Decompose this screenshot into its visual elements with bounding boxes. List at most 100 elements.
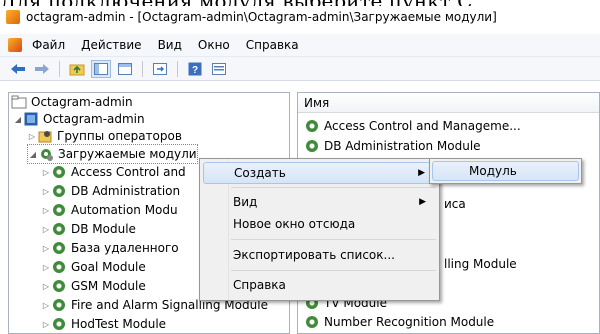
tree-module-label: GSM Module xyxy=(71,279,146,293)
expand-arrow-icon[interactable]: ▷ xyxy=(41,282,51,291)
expand-arrow-icon[interactable]: ▷ xyxy=(41,263,51,272)
module-gear-icon xyxy=(51,316,67,332)
toolbar: ? xyxy=(0,57,600,81)
menu-separator xyxy=(231,270,436,271)
expand-arrow-icon[interactable]: ▷ xyxy=(41,168,51,177)
list-item-label: DB Administration Module xyxy=(324,139,481,153)
menu-item-create-label: Создать xyxy=(234,166,286,180)
properties-icon[interactable] xyxy=(209,60,229,78)
modules-gear-icon xyxy=(38,146,54,162)
tree-module-item[interactable]: ▷ Automation Modu xyxy=(41,201,178,219)
expand-arrow-icon[interactable]: ▷ xyxy=(27,132,37,141)
menu-item-help[interactable]: Справка xyxy=(203,274,436,296)
tree-module-item[interactable]: ▷ GSM Module xyxy=(41,277,146,295)
tree-module-label: DB Administration xyxy=(71,184,181,198)
toolbar-separator xyxy=(59,60,60,77)
toolbar-separator xyxy=(177,60,178,77)
module-gear-icon xyxy=(51,278,67,294)
list-item-partial[interactable]: иса xyxy=(444,195,466,213)
menu-file[interactable]: Файл xyxy=(24,34,73,56)
module-gear-icon xyxy=(51,164,67,180)
tree-module-label: Access Control and xyxy=(71,165,186,179)
module-gear-icon xyxy=(304,314,320,330)
tree-module-item[interactable]: ▷ Access Control and xyxy=(41,163,186,181)
tree-module-label: HodTest Module xyxy=(71,317,167,331)
submenu-arrow-icon: ▶ xyxy=(419,197,426,207)
column-header-name[interactable]: Имя xyxy=(298,93,599,113)
tree-module-label: DB Module xyxy=(71,222,136,236)
menu-view[interactable]: Вид xyxy=(150,34,190,56)
menu-item-create[interactable]: Создать ▶ xyxy=(203,162,436,184)
tree-groups-label: Группы операторов xyxy=(57,129,182,143)
folder-up-icon[interactable] xyxy=(67,60,87,78)
module-gear-icon xyxy=(51,202,67,218)
expand-arrow-icon[interactable]: ▷ xyxy=(41,301,51,310)
tree-module-item[interactable]: ▷ DB Module xyxy=(41,220,136,238)
tree-modules-folder[interactable]: ◢ Загружаемые модули xyxy=(27,144,198,164)
tree-module-label: Goal Module xyxy=(71,260,146,274)
module-gear-icon xyxy=(304,138,320,154)
module-gear-icon xyxy=(304,118,320,134)
menu-window[interactable]: Окно xyxy=(190,34,238,56)
list-item-label: lling Module xyxy=(444,257,517,271)
menu-bar: Файл Действие Вид Окно Справка xyxy=(0,34,600,57)
tree-module-item[interactable]: ▷ База удаленного xyxy=(41,239,179,257)
help-icon[interactable]: ? xyxy=(185,60,205,78)
tree-modules-folder-label: Загружаемые модули xyxy=(58,147,197,161)
collapse-arrow-icon[interactable]: ◢ xyxy=(28,150,38,159)
tree-module-label: Automation Modu xyxy=(71,203,178,217)
tree-server-label: Octagram-admin xyxy=(43,112,145,126)
list-item-label: Access Control and Manageme... xyxy=(324,119,521,133)
operators-group-icon xyxy=(37,128,53,144)
module-gear-icon xyxy=(51,183,67,199)
menu-item-new-window[interactable]: Новое окно отсюда xyxy=(203,213,436,235)
expand-arrow-icon[interactable]: ▷ xyxy=(41,244,51,253)
app-menu-icon[interactable] xyxy=(8,38,22,52)
module-gear-icon xyxy=(51,297,67,313)
app-icon xyxy=(6,10,20,24)
tree-server[interactable]: ◢ Octagram-admin xyxy=(13,110,145,128)
tree-root-label: Octagram-admin xyxy=(31,95,133,109)
menu-item-help-label: Справка xyxy=(233,278,286,292)
collapse-arrow-icon[interactable]: ◢ xyxy=(13,115,23,124)
list-item-label: Number Recognition Module xyxy=(324,315,495,329)
list-item[interactable]: DB Administration Module xyxy=(304,137,481,155)
tree-module-item[interactable]: ▷ DB Administration xyxy=(41,182,180,200)
window-title: octagram-admin - [Octagram-admin\Octagra… xyxy=(26,10,497,24)
forward-arrow-icon[interactable] xyxy=(32,60,52,78)
menu-help[interactable]: Справка xyxy=(238,34,307,56)
module-gear-icon xyxy=(51,221,67,237)
menu-separator xyxy=(231,239,436,240)
expand-arrow-icon[interactable]: ▷ xyxy=(41,187,51,196)
menu-item-view[interactable]: Вид ▶ xyxy=(203,191,436,213)
back-arrow-icon[interactable] xyxy=(8,60,28,78)
console-tree-icon[interactable] xyxy=(115,60,135,78)
list-item-partial[interactable]: lling Module xyxy=(444,255,517,273)
tree-module-item[interactable]: ▷ Goal Module xyxy=(41,258,146,276)
svg-text:?: ? xyxy=(192,65,198,76)
context-menu: Создать ▶ Вид ▶ Новое окно отсюда Экспор… xyxy=(199,158,440,301)
tree-root[interactable]: Octagram-admin xyxy=(11,93,133,111)
show-hide-tree-icon[interactable] xyxy=(91,59,111,78)
folder-icon xyxy=(11,94,27,110)
create-submenu: Модуль xyxy=(429,158,582,184)
list-item[interactable]: Access Control and Manageme... xyxy=(304,117,521,135)
export-list-icon[interactable] xyxy=(150,60,170,78)
expand-arrow-icon[interactable]: ▷ xyxy=(41,206,51,215)
list-item-label: иса xyxy=(444,197,466,211)
tree-module-item[interactable]: ▷ HodTest Module xyxy=(41,315,166,333)
expand-arrow-icon[interactable]: ▷ xyxy=(41,320,51,329)
list-item[interactable]: Number Recognition Module xyxy=(304,313,494,331)
expand-arrow-icon[interactable]: ▷ xyxy=(41,225,51,234)
menu-action[interactable]: Действие xyxy=(73,34,149,56)
tree-groups[interactable]: ▷ Группы операторов xyxy=(27,127,182,145)
menu-item-export-list-label: Экспортировать список... xyxy=(233,248,395,262)
menu-item-new-window-label: Новое окно отсюда xyxy=(233,217,356,231)
tree-module-label: База удаленного xyxy=(71,241,179,255)
submenu-arrow-icon: ▶ xyxy=(418,168,425,178)
module-gear-icon xyxy=(51,240,67,256)
title-bar: octagram-admin - [Octagram-admin\Octagra… xyxy=(0,6,600,28)
submenu-item-module[interactable]: Модуль xyxy=(432,161,579,181)
menu-item-view-label: Вид xyxy=(233,195,258,209)
menu-item-export-list[interactable]: Экспортировать список... xyxy=(203,244,436,266)
